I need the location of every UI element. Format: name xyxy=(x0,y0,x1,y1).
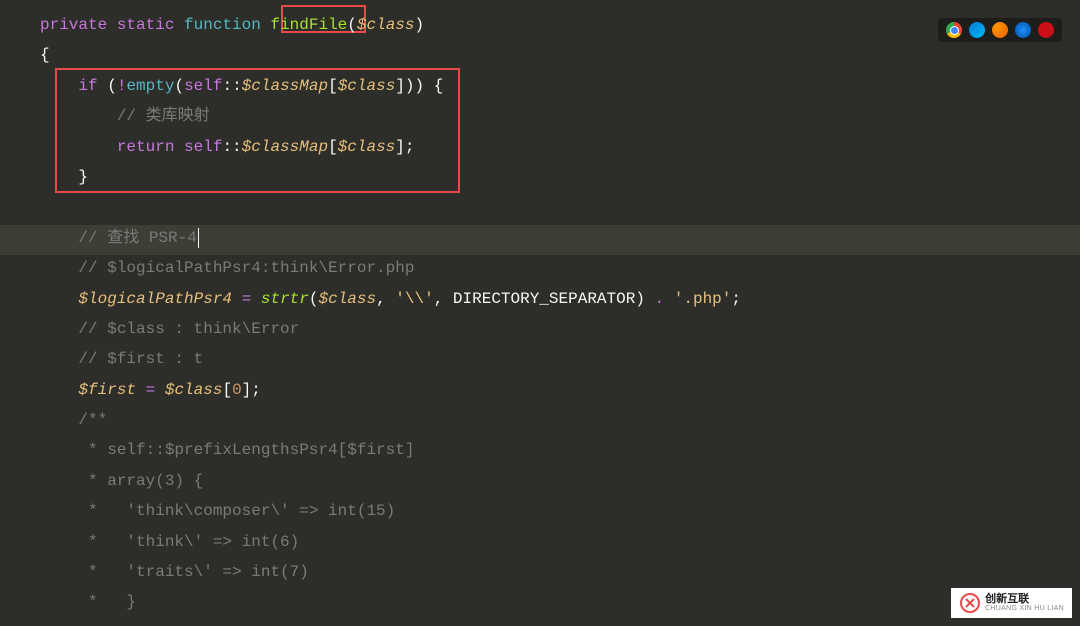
code-line: private static function findFile($class) xyxy=(40,10,1080,40)
code-line: * 'think\' => int(6) xyxy=(40,527,1080,557)
code-line: * self::$prefixLengthsPsr4[$first] xyxy=(40,435,1080,465)
code-line: } xyxy=(40,162,1080,192)
watermark-text-en: CHUANG XIN HU LIAN xyxy=(985,605,1064,613)
code-line: // $logicalPathPsr4:think\Error.php xyxy=(40,253,1080,283)
code-line: * 'traits\' => int(7) xyxy=(40,557,1080,587)
code-line: $logicalPathPsr4 = strtr($class, '\\', D… xyxy=(40,284,1080,314)
watermark-logo-icon xyxy=(959,592,981,614)
code-line xyxy=(40,192,1080,222)
code-line: return self::$classMap[$class]; xyxy=(40,132,1080,162)
watermark: 创新互联 CHUANG XIN HU LIAN xyxy=(951,588,1072,618)
code-editor[interactable]: private static function findFile($class)… xyxy=(0,0,1080,618)
code-line: { xyxy=(40,40,1080,70)
code-line: // 类库映射 xyxy=(40,101,1080,131)
code-line: if (!empty(self::$classMap[$class])) { xyxy=(40,71,1080,101)
watermark-text-cn: 创新互联 xyxy=(985,593,1064,605)
code-line: * } xyxy=(40,587,1080,617)
code-line: /** xyxy=(40,405,1080,435)
text-cursor xyxy=(198,228,199,248)
code-line: // 查找 PSR-4 xyxy=(40,223,1080,253)
code-line: // $class : think\Error xyxy=(40,314,1080,344)
code-line: $first = $class[0]; xyxy=(40,375,1080,405)
code-line: // $first : t xyxy=(40,344,1080,374)
code-line: * array(3) { xyxy=(40,466,1080,496)
code-line: * 'think\composer\' => int(15) xyxy=(40,496,1080,526)
